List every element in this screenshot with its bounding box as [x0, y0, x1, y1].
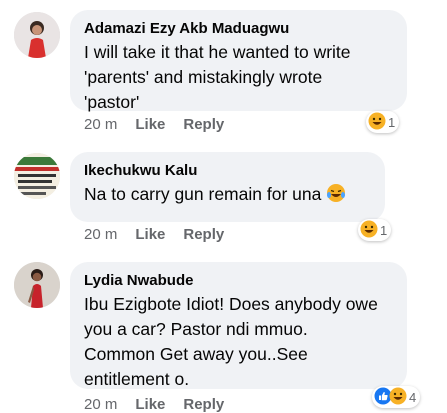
comment-time[interactable]: 20 m [84, 116, 117, 133]
avatar[interactable] [14, 153, 60, 199]
laugh-tears-emoji-icon [326, 183, 346, 210]
comment-text: Ibu Ezigbote Idiot! Does anybody owe you… [84, 294, 378, 389]
reaction-count: 1 [380, 222, 388, 238]
reaction-summary[interactable]: 4 [372, 386, 421, 408]
reaction-summary[interactable]: 1 [366, 111, 400, 133]
comment-actions: 20 m Like Reply [84, 396, 242, 413]
comment-bubble: Adamazi Ezy Akb Maduagwu I will take it … [70, 10, 407, 112]
comment-text: Na to carry gun remain for una [84, 182, 371, 210]
avatar[interactable] [14, 262, 60, 308]
avatar[interactable] [14, 12, 60, 58]
comment-bubble: Lydia Nwabude Ibu Ezigbote Idiot! Does a… [70, 262, 407, 389]
reaction-count: 4 [409, 389, 417, 405]
reply-button[interactable]: Reply [183, 116, 224, 133]
reaction-summary[interactable]: 1 [358, 219, 392, 241]
reply-button[interactable]: Reply [183, 226, 224, 243]
laugh-emoji-icon [360, 220, 378, 241]
comment-time[interactable]: 20 m [84, 396, 117, 413]
laugh-emoji-icon [368, 112, 386, 133]
comment-text: I will take it that he wanted to write '… [84, 42, 351, 112]
like-button[interactable]: Like [135, 116, 165, 133]
comment-actions: 20 m Like Reply [84, 226, 242, 243]
comment-author[interactable]: Ikechukwu Kalu [84, 161, 371, 180]
comment-author[interactable]: Adamazi Ezy Akb Maduagwu [84, 19, 393, 38]
like-button[interactable]: Like [135, 226, 165, 243]
comment-time[interactable]: 20 m [84, 226, 117, 243]
like-button[interactable]: Like [135, 396, 165, 413]
reaction-count: 1 [388, 114, 396, 130]
comment-bubble: Ikechukwu Kalu Na to carry gun remain fo… [70, 152, 385, 222]
comment-actions: 20 m Like Reply [84, 116, 242, 133]
comment-author[interactable]: Lydia Nwabude [84, 271, 393, 290]
reply-button[interactable]: Reply [183, 396, 224, 413]
laugh-emoji-icon [389, 387, 407, 408]
